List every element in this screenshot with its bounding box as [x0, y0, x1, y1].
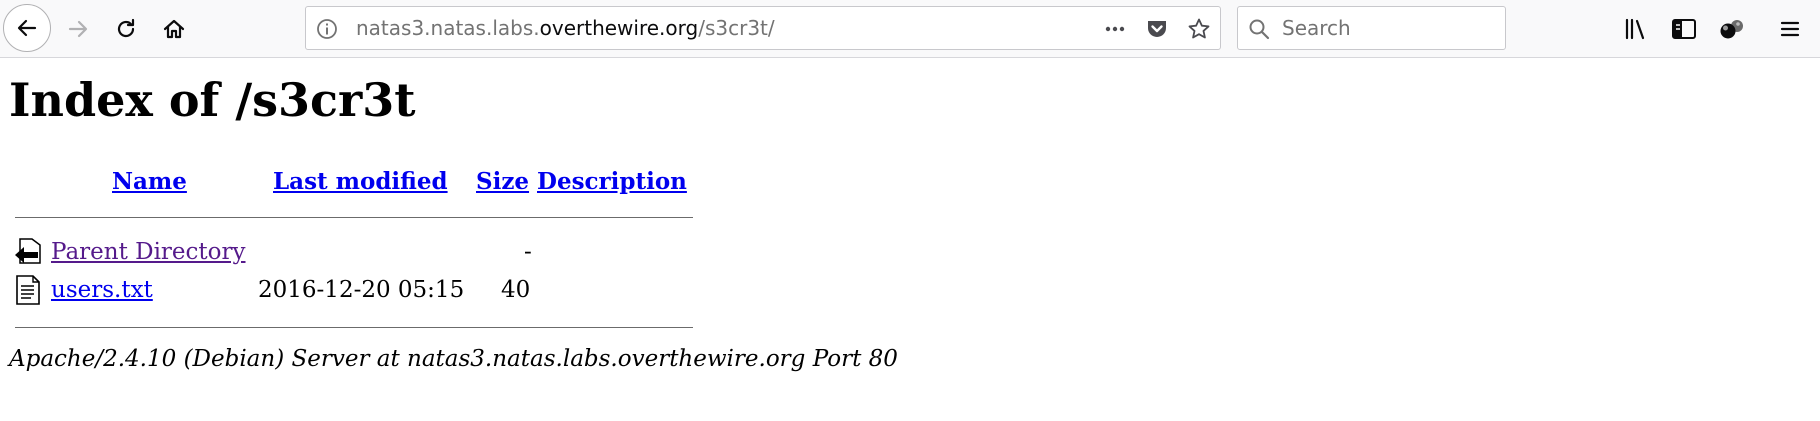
column-header-name[interactable]: Name — [112, 168, 187, 196]
hamburger-menu-icon — [1780, 21, 1800, 37]
parent-directory-link[interactable]: Parent Directory — [51, 238, 246, 266]
pocket-icon — [1148, 21, 1166, 37]
column-header-size[interactable]: Size — [476, 168, 529, 196]
column-header-description[interactable]: Description — [537, 168, 687, 196]
entry-size: - — [524, 239, 532, 265]
forward-button[interactable] — [56, 7, 100, 51]
sidebar-toggle-button[interactable] — [1662, 7, 1706, 51]
sidebar-icon — [1672, 19, 1696, 39]
column-header-last-modified[interactable]: Last modified — [273, 168, 448, 196]
url-text[interactable]: natas3.natas.labs.overthewire.org/s3cr3t… — [356, 7, 775, 49]
library-button[interactable] — [1614, 7, 1658, 51]
url-bar[interactable]: natas3.natas.labs.overthewire.org/s3cr3t… — [305, 6, 1221, 50]
extension-icon — [1720, 20, 1743, 39]
library-icon — [1625, 18, 1645, 40]
search-bar[interactable] — [1237, 6, 1506, 50]
footer-divider — [15, 327, 693, 328]
info-icon[interactable] — [316, 18, 338, 40]
home-icon — [163, 19, 185, 39]
star-icon — [1188, 18, 1210, 39]
reload-icon — [117, 18, 135, 38]
parent-directory-icon — [15, 238, 41, 264]
bookmark-star-button[interactable] — [1185, 15, 1213, 43]
url-path: /s3cr3t/ — [698, 16, 775, 40]
entry-last-modified: 2016-12-20 05:15 — [258, 277, 465, 303]
url-domain: overthewire.org — [539, 16, 699, 40]
reload-button[interactable] — [104, 7, 148, 51]
extension-button[interactable] — [1710, 7, 1754, 51]
file-link-users-txt[interactable]: users.txt — [51, 276, 153, 304]
arrow-right-icon — [68, 20, 88, 38]
arrow-left-icon — [17, 19, 37, 37]
menu-button[interactable] — [1768, 7, 1812, 51]
header-divider — [15, 217, 693, 218]
page-actions-button[interactable] — [1101, 15, 1129, 43]
entry-size: 40 — [501, 277, 531, 303]
page-title: Index of /s3cr3t — [9, 73, 416, 127]
url-host-prefix: natas3.natas.labs. — [356, 16, 540, 40]
more-icon — [1105, 26, 1125, 32]
back-button[interactable] — [3, 4, 51, 52]
home-button[interactable] — [152, 7, 196, 51]
browser-toolbar: natas3.natas.labs.overthewire.org/s3cr3t… — [0, 0, 1820, 58]
search-icon — [1249, 19, 1270, 40]
server-signature: Apache/2.4.10 (Debian) Server at natas3.… — [9, 346, 898, 372]
text-file-icon — [16, 275, 40, 305]
search-input[interactable] — [1282, 12, 1497, 44]
pocket-button[interactable] — [1143, 15, 1171, 43]
